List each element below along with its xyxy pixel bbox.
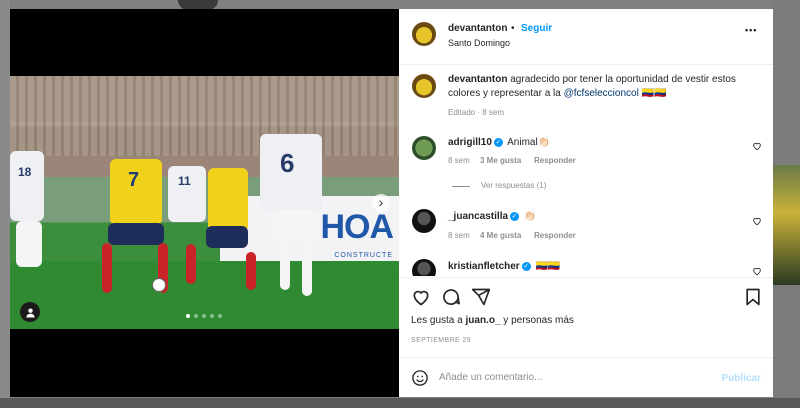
- post-actions: Les gusta a juan.o_ y personas más SEPTI…: [399, 277, 773, 368]
- bookmark-icon[interactable]: [743, 287, 763, 307]
- comment-icon[interactable]: [441, 287, 461, 307]
- carousel-dot: [186, 314, 190, 318]
- location-link[interactable]: Santo Domingo: [448, 38, 510, 48]
- background-strip: [0, 0, 10, 408]
- verified-icon: ✓: [510, 212, 520, 221]
- carousel-dot: [202, 314, 206, 318]
- comment-input[interactable]: [439, 372, 699, 383]
- likes-suffix[interactable]: y personas más: [503, 315, 574, 326]
- player-yellow: 7: [110, 159, 162, 225]
- avatar[interactable]: [412, 22, 436, 46]
- caption-username[interactable]: devantanton: [448, 74, 507, 85]
- comment-avatar[interactable]: [412, 136, 436, 160]
- player-white: 18: [10, 151, 44, 221]
- carousel-dot: [194, 314, 198, 318]
- reply-button[interactable]: Responder: [534, 156, 576, 165]
- user-tag-icon[interactable]: [20, 302, 40, 322]
- player-white-shorts: [272, 210, 320, 240]
- player-yellow-shorts: [108, 223, 164, 245]
- publish-button[interactable]: Publicar: [722, 373, 761, 384]
- comment-likes[interactable]: 4 Me gusta: [480, 231, 521, 240]
- heart-icon[interactable]: [752, 141, 762, 151]
- jersey-number: 11: [178, 174, 191, 188]
- follow-button[interactable]: Seguir: [521, 23, 552, 34]
- comment-username[interactable]: kristianfletcher: [448, 261, 520, 272]
- next-arrow-icon[interactable]: ›: [372, 194, 390, 212]
- comment-avatar[interactable]: [412, 209, 436, 233]
- post-photo[interactable]: OHOA CONSTRUCTE 18 7 11 6: [10, 76, 399, 329]
- comment-text: Animal👏🏻: [507, 137, 551, 148]
- player-sock: [246, 252, 256, 290]
- caption: devantanton agradecido por tener la opor…: [448, 73, 748, 101]
- comment-time: 8 sem: [448, 156, 470, 165]
- comment-clipped: kristianfletcher ✓ 🇨🇴🇨🇴: [399, 254, 773, 276]
- carousel-dot: [218, 314, 222, 318]
- heart-icon[interactable]: [752, 266, 762, 276]
- comment: adrigill10 ✓ Animal👏🏻: [448, 137, 550, 148]
- player-yellow-shorts: [206, 226, 248, 248]
- player-white-shorts: [16, 221, 42, 267]
- background-photo: [772, 165, 800, 285]
- post-header: devantanton • Seguir Santo Domingo •••: [399, 9, 773, 65]
- player-yellow: [208, 168, 248, 232]
- comment-text: 🇨🇴🇨🇴: [535, 261, 561, 272]
- details-panel: devantanton • Seguir Santo Domingo ••• d…: [399, 9, 773, 397]
- player-sock: [186, 244, 196, 284]
- comment: _juancastilla ✓ 👏🏻: [448, 211, 536, 222]
- jersey-number: 18: [18, 165, 32, 179]
- post-date: SEPTIEMBRE 29: [411, 337, 472, 344]
- caption-avatar[interactable]: [412, 74, 436, 98]
- soccer-ball: [152, 278, 166, 292]
- player-white: 11: [168, 166, 206, 222]
- reply-button[interactable]: Responder: [534, 231, 576, 240]
- player-sock: [302, 240, 312, 296]
- comment-avatar[interactable]: [412, 259, 436, 276]
- share-icon[interactable]: [471, 287, 491, 307]
- view-replies-button[interactable]: Ver respuestas (1): [481, 181, 546, 190]
- caption-mention[interactable]: @fcfseleccioncol: [564, 88, 639, 99]
- emoji-icon[interactable]: [411, 369, 429, 387]
- verified-icon: ✓: [493, 138, 503, 147]
- player-sock: [102, 243, 112, 293]
- add-comment-bar: Publicar: [399, 357, 773, 398]
- background-bottom: [0, 398, 800, 408]
- likes-summary: Les gusta a juan.o_ y personas más: [411, 315, 574, 326]
- separator: •: [511, 23, 515, 34]
- jersey-number: 6: [280, 148, 295, 178]
- comment: kristianfletcher ✓ 🇨🇴🇨🇴: [448, 261, 560, 272]
- header-username[interactable]: devantanton: [448, 23, 507, 34]
- carousel-dot: [210, 314, 214, 318]
- heart-icon[interactable]: [752, 216, 762, 226]
- carousel-dots: [186, 314, 222, 318]
- comment-username[interactable]: adrigill10: [448, 137, 492, 148]
- pitch: [10, 261, 399, 329]
- media-column: OHOA CONSTRUCTE 18 7 11 6 ›: [10, 9, 399, 397]
- likes-prefix: Les gusta a: [411, 315, 463, 326]
- replies-line: [452, 186, 470, 187]
- comment-text: 👏🏻: [523, 211, 537, 222]
- comment-time: 8 sem: [448, 231, 470, 240]
- heart-icon[interactable]: [411, 287, 431, 307]
- verified-icon: ✓: [521, 262, 531, 271]
- caption-emoji: 🇨🇴🇨🇴: [641, 88, 667, 99]
- comment-likes[interactable]: 3 Me gusta: [480, 156, 521, 165]
- player-sock: [280, 240, 290, 290]
- comment-username[interactable]: _juancastilla: [448, 211, 508, 222]
- jersey-number: 7: [128, 169, 140, 191]
- post-modal: OHOA CONSTRUCTE 18 7 11 6 › devantanton …: [10, 9, 773, 397]
- player-white: 6: [260, 134, 322, 212]
- banner-subtext: CONSTRUCTE: [334, 252, 393, 259]
- likes-user[interactable]: juan.o_: [466, 315, 501, 326]
- caption-meta: Editado · 8 sem: [448, 108, 505, 117]
- more-icon[interactable]: •••: [745, 25, 757, 35]
- stadium-stand: [10, 76, 399, 156]
